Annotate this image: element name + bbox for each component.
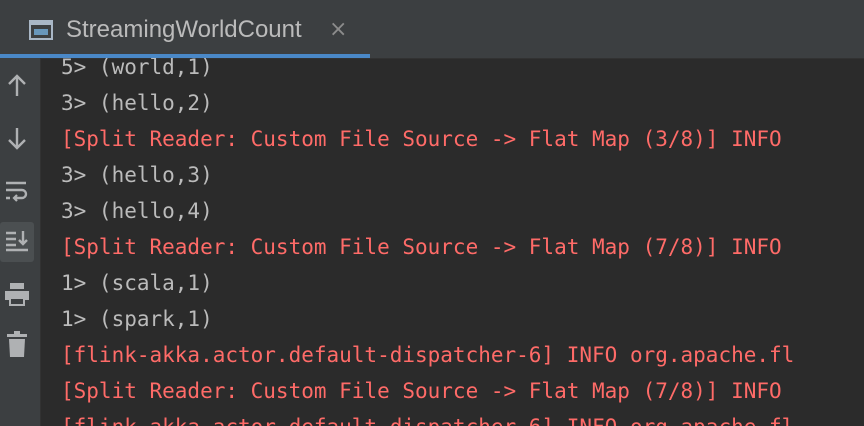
scroll-down-icon xyxy=(5,124,29,156)
soft-wrap-icon xyxy=(4,177,30,207)
console-toolbar xyxy=(0,58,41,426)
console-line: 1> (scala,1) xyxy=(61,271,213,295)
console-line: 3> (hello,2) xyxy=(61,91,213,115)
scroll-up-icon xyxy=(5,72,29,104)
run-tab[interactable]: StreamingWorldCount × xyxy=(0,0,370,58)
print-icon xyxy=(4,281,30,311)
console-line: 3> (hello,3) xyxy=(61,163,213,187)
tab-title: StreamingWorldCount xyxy=(66,16,302,43)
scroll-to-end-icon xyxy=(4,227,30,257)
clear-all-button[interactable] xyxy=(0,326,34,366)
print-button[interactable] xyxy=(0,276,34,316)
console-line: 3> (hello,4) xyxy=(61,199,213,223)
tool-window-tab-bar: StreamingWorldCount × xyxy=(0,0,864,59)
console-line: [Split Reader: Custom File Source -> Fla… xyxy=(61,379,782,403)
console-line: 1> (spark,1) xyxy=(61,307,213,331)
console-line: [flink-akka.actor.default-dispatcher-6] … xyxy=(61,343,795,367)
scroll-down-button[interactable] xyxy=(0,120,34,160)
trash-icon xyxy=(5,330,29,362)
console-window-icon xyxy=(29,18,53,42)
console-line: [Split Reader: Custom File Source -> Fla… xyxy=(61,235,782,259)
scroll-to-end-button[interactable] xyxy=(0,222,34,262)
close-tab-icon[interactable]: × xyxy=(329,16,347,44)
console-output[interactable]: 5> (world,1) 3> (hello,2) [Split Reader:… xyxy=(41,58,864,426)
console-line: [flink-akka.actor.default-dispatcher-6] … xyxy=(61,412,794,426)
scroll-up-button[interactable] xyxy=(0,68,34,108)
soft-wrap-button[interactable] xyxy=(0,172,34,212)
console-line: [Split Reader: Custom File Source -> Fla… xyxy=(61,127,782,151)
console-line: 5> (world,1) xyxy=(61,58,213,79)
